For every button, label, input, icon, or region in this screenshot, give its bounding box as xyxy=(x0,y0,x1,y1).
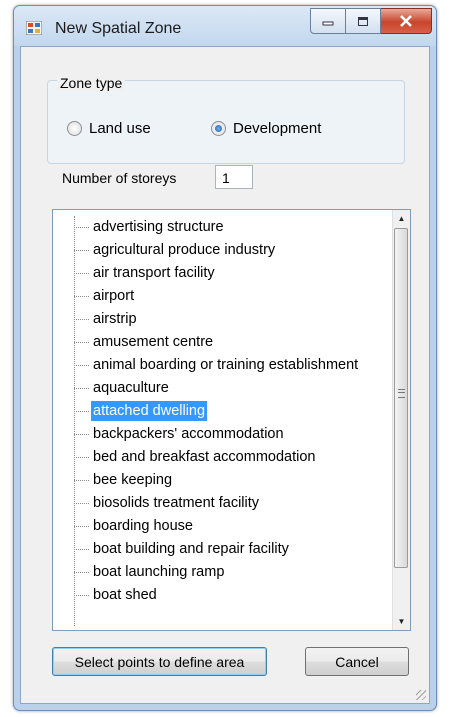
list-item-label: aquaculture xyxy=(93,380,169,396)
scroll-thumb[interactable] xyxy=(394,228,408,568)
list-item-label: bee keeping xyxy=(93,472,173,488)
cancel-button[interactable]: Cancel xyxy=(305,647,409,676)
list-item-label: biosolids treatment facility xyxy=(93,495,260,511)
zone-list-items: advertising structure agricultural produc… xyxy=(53,216,392,607)
list-item[interactable]: air transport facility xyxy=(53,262,392,285)
list-item-label: air transport facility xyxy=(93,265,215,281)
list-item[interactable]: amusement centre xyxy=(53,331,392,354)
list-item-label: boat shed xyxy=(93,587,157,603)
zone-type-label: Zone type xyxy=(57,75,126,91)
list-item[interactable]: attached dwelling xyxy=(53,400,392,423)
list-item[interactable]: advertising structure xyxy=(53,216,392,239)
maximize-button[interactable] xyxy=(346,8,381,34)
list-item[interactable]: boat building and repair facility xyxy=(53,538,392,561)
scroll-down-arrow-icon[interactable]: ▼ xyxy=(393,613,410,630)
title-bar[interactable]: New Spatial Zone xyxy=(14,6,436,46)
zone-tree-list[interactable]: advertising structure agricultural produc… xyxy=(52,209,411,631)
list-item[interactable]: airport xyxy=(53,285,392,308)
maximize-icon xyxy=(358,16,368,26)
list-item-label: airstrip xyxy=(93,311,137,327)
minimize-button[interactable] xyxy=(310,8,346,34)
vertical-scrollbar[interactable]: ▲ ▼ xyxy=(392,210,410,630)
window-title: New Spatial Zone xyxy=(55,20,182,37)
close-button[interactable] xyxy=(381,8,432,34)
list-item-label: animal boarding or training establishmen… xyxy=(93,357,359,373)
list-item-label: boarding house xyxy=(93,518,193,534)
dialog-client-area: Zone type Land use Development Number of… xyxy=(20,46,430,704)
storeys-input[interactable]: 1 xyxy=(215,165,253,189)
list-item[interactable]: bed and breakfast accommodation xyxy=(53,446,392,469)
list-item-label: boat building and repair facility xyxy=(93,541,289,557)
development-label: Development xyxy=(233,120,322,137)
list-item[interactable]: animal boarding or training establishmen… xyxy=(53,354,392,377)
list-item-label: airport xyxy=(93,288,135,304)
list-item[interactable]: boat launching ramp xyxy=(53,561,392,584)
list-item[interactable]: backpackers' accommodation xyxy=(53,423,392,446)
list-item-label: backpackers' accommodation xyxy=(93,426,284,442)
land-use-radio-option[interactable]: Land use xyxy=(67,120,151,137)
list-item-label: attached dwelling xyxy=(91,401,208,421)
close-icon xyxy=(400,15,412,27)
list-item-label: amusement centre xyxy=(93,334,214,350)
dialog-window: New Spatial Zone Zone type Land use Deve… xyxy=(13,5,437,711)
list-item[interactable]: agricultural produce industry xyxy=(53,239,392,262)
list-item[interactable]: bee keeping xyxy=(53,469,392,492)
scroll-up-arrow-icon[interactable]: ▲ xyxy=(393,210,410,227)
select-points-button[interactable]: Select points to define area xyxy=(52,647,267,676)
list-item-label: agricultural produce industry xyxy=(93,242,276,258)
list-item-label: bed and breakfast accommodation xyxy=(93,449,316,465)
list-item-label: boat launching ramp xyxy=(93,564,225,580)
development-radio-option[interactable]: Development xyxy=(211,120,321,137)
list-item[interactable]: boat shed xyxy=(53,584,392,607)
minimize-icon xyxy=(322,21,334,26)
land-use-radio[interactable] xyxy=(67,121,82,136)
resize-grip-icon[interactable] xyxy=(416,690,426,700)
land-use-label: Land use xyxy=(89,120,151,137)
grip-icon xyxy=(398,389,405,398)
list-item[interactable]: boarding house xyxy=(53,515,392,538)
list-item[interactable]: biosolids treatment facility xyxy=(53,492,392,515)
app-window-icon xyxy=(26,21,42,35)
list-item[interactable]: aquaculture xyxy=(53,377,392,400)
storeys-label: Number of storeys xyxy=(62,170,177,186)
list-item[interactable]: airstrip xyxy=(53,308,392,331)
caption-buttons xyxy=(310,8,432,34)
list-item-label: advertising structure xyxy=(93,219,224,235)
development-radio[interactable] xyxy=(211,121,226,136)
